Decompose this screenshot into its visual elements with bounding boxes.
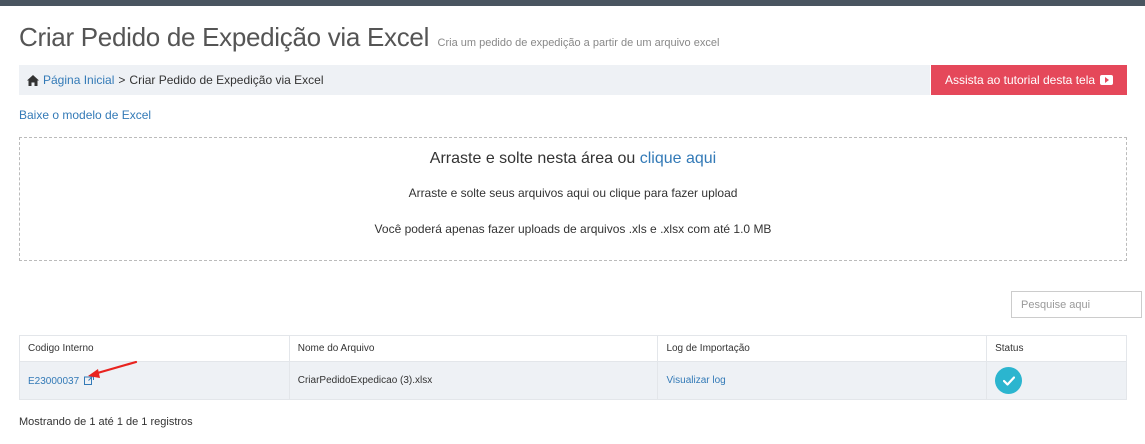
- column-header-log[interactable]: Log de Importação: [657, 335, 988, 362]
- breadcrumb-home-link[interactable]: Página Inicial: [43, 73, 114, 87]
- column-header-arquivo[interactable]: Nome do Arquivo: [288, 335, 659, 362]
- records-info: Mostrando de 1 até 1 de 1 registros: [19, 416, 193, 428]
- codigo-link[interactable]: E23000037: [28, 376, 79, 387]
- page-title: Criar Pedido de Expedição via Excel: [19, 22, 430, 52]
- column-header-status[interactable]: Status: [986, 335, 1127, 362]
- breadcrumb-separator: >: [118, 73, 126, 87]
- cell-arquivo: CriarPedidoExpedicao (3).xlsx: [288, 361, 659, 400]
- play-video-icon: [1100, 75, 1114, 85]
- view-log-link[interactable]: Visualizar log: [666, 375, 725, 386]
- search-input[interactable]: [1011, 291, 1142, 318]
- upload-dropzone[interactable]: Arraste e solte nesta área ou clique aqu…: [19, 137, 1127, 261]
- top-border: [0, 0, 1145, 6]
- red-annotation-arrow-icon: [88, 360, 138, 378]
- tutorial-button[interactable]: Assista ao tutorial desta tela: [931, 65, 1127, 95]
- breadcrumb: Página Inicial > Criar Pedido de Expediç…: [19, 65, 930, 95]
- table-header-row: Codigo Interno Nome do Arquivo Log de Im…: [19, 335, 1127, 362]
- import-table: Codigo Interno Nome do Arquivo Log de Im…: [19, 335, 1127, 400]
- download-model-link[interactable]: Baixe o modelo de Excel: [19, 108, 151, 122]
- page-header: Criar Pedido de Expedição via Excel Cria…: [19, 22, 719, 53]
- column-header-codigo[interactable]: Codigo Interno: [19, 335, 290, 362]
- dropzone-title-text: Arraste e solte nesta área ou: [429, 150, 636, 167]
- cell-codigo: E23000037: [19, 361, 290, 400]
- status-success-badge: [995, 367, 1023, 394]
- dropzone-click-link[interactable]: clique aqui: [640, 150, 717, 167]
- check-icon: [1002, 375, 1015, 386]
- dropzone-file-limits: Você poderá apenas fazer uploads de arqu…: [374, 222, 772, 236]
- cell-log: Visualizar log: [657, 361, 988, 400]
- page-subtitle: Cria um pedido de expedição a partir de …: [437, 37, 720, 49]
- home-icon: [27, 74, 39, 86]
- tutorial-button-label: Assista ao tutorial desta tela: [944, 73, 1096, 87]
- cell-status: [986, 361, 1127, 400]
- dropzone-title: Arraste e solte nesta área ou clique aqu…: [20, 150, 1126, 168]
- breadcrumb-current: Criar Pedido de Expedição via Excel: [129, 73, 324, 87]
- dropzone-instructions: Arraste e solte seus arquivos aqui ou cl…: [408, 186, 738, 200]
- table-row: E23000037 CriarPedidoExpedicao (3).xlsx …: [19, 361, 1127, 400]
